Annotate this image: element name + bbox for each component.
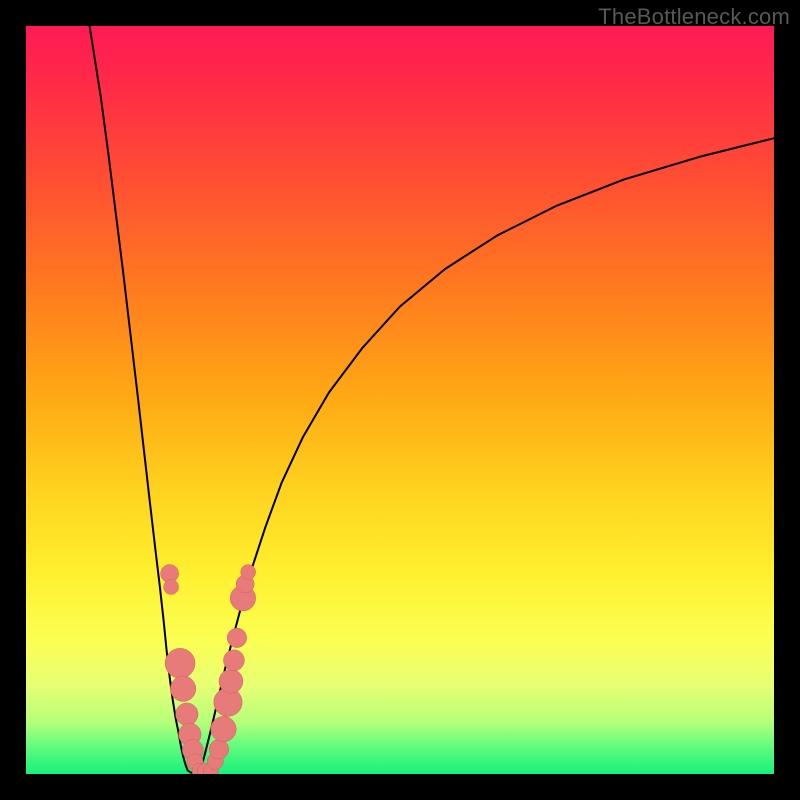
plot-svg xyxy=(26,26,774,774)
plot-area xyxy=(26,26,774,774)
marker-left-3 xyxy=(170,676,195,701)
marker-left-4 xyxy=(176,703,198,725)
marker-right-17 xyxy=(227,628,246,647)
marker-left-1 xyxy=(164,580,179,595)
chart-frame: TheBottleneck.com xyxy=(0,0,800,800)
marker-left-2 xyxy=(165,648,195,678)
marker-right-16 xyxy=(223,650,244,671)
marker-right-15 xyxy=(219,669,243,693)
marker-right-13 xyxy=(211,716,236,741)
marker-right-20 xyxy=(241,565,256,580)
marker-right-12 xyxy=(209,740,228,759)
